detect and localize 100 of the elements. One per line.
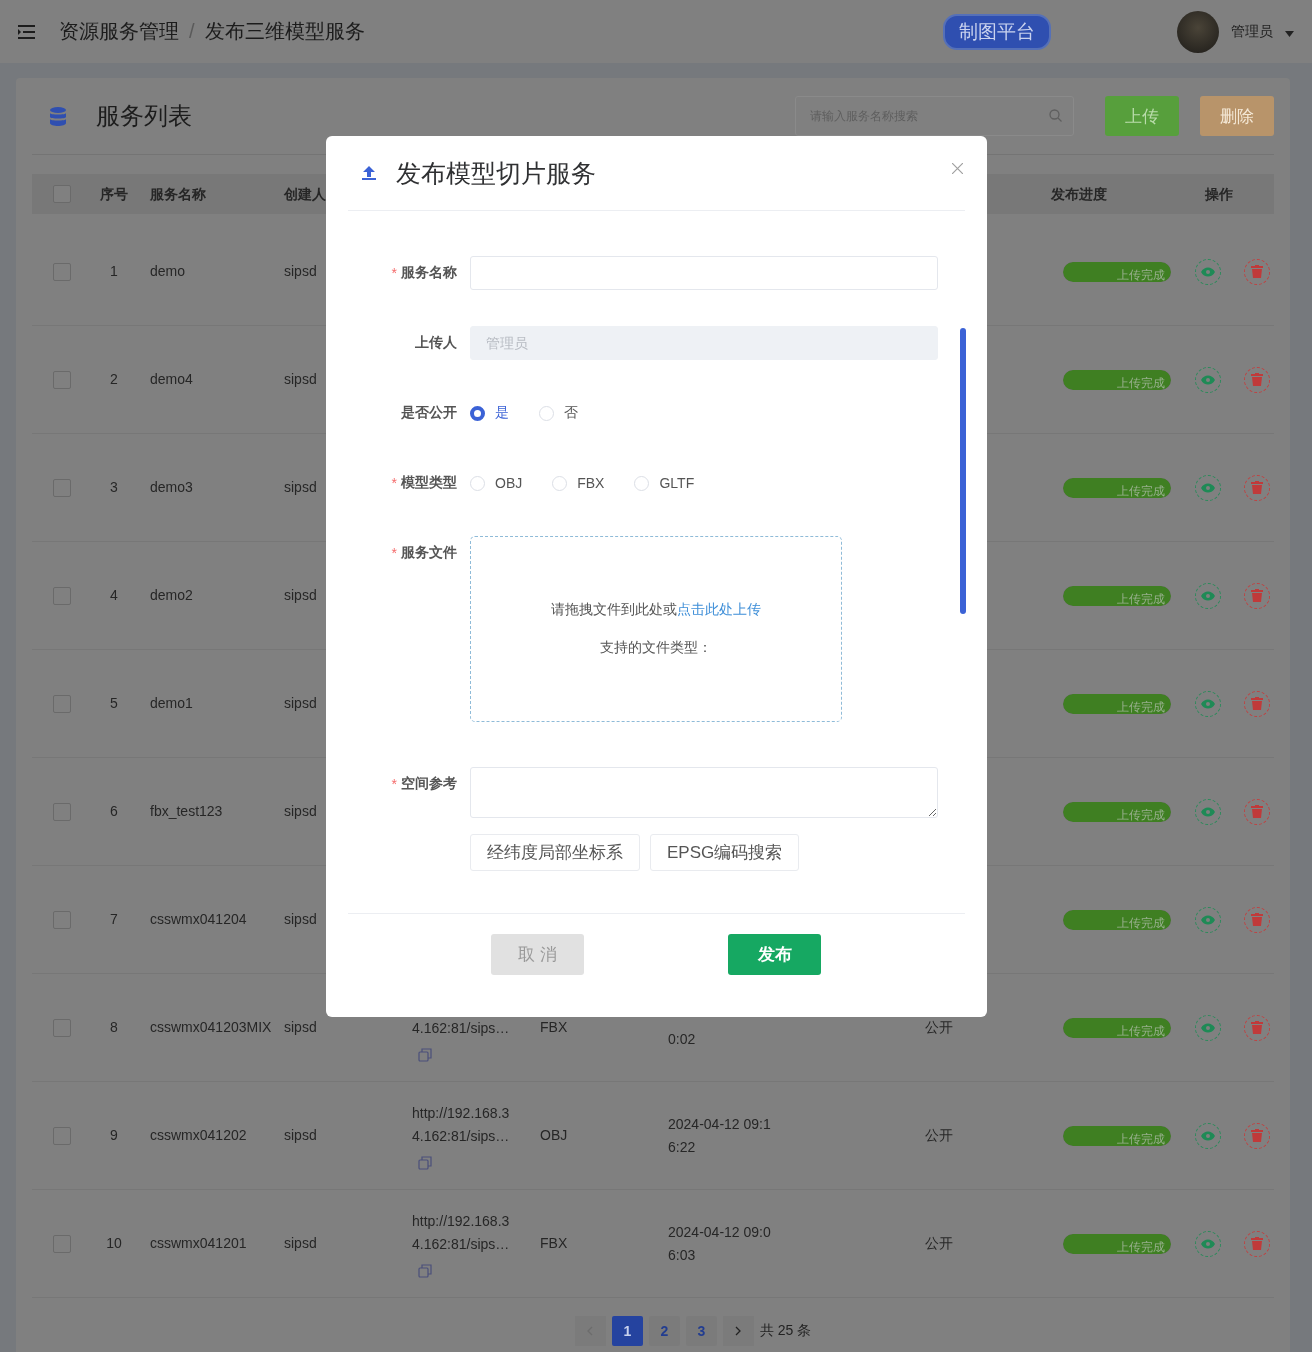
url-text: 4.162:81/sips…: [412, 1234, 510, 1254]
option-button[interactable]: EPSG编码搜索: [650, 834, 800, 871]
table-cell: 公开: [925, 1235, 953, 1251]
table-cell: demo: [150, 263, 186, 279]
time-text: 6:22: [668, 1137, 696, 1157]
publish-button[interactable]: 发布: [728, 934, 821, 975]
radio-option[interactable]: GLTF: [634, 475, 695, 491]
table-cell: sipsd: [284, 587, 317, 603]
progress-bar: 上传完成: [1063, 585, 1171, 606]
table-cell: 8: [110, 1019, 118, 1035]
breadcrumb-item[interactable]: 资源服务管理: [59, 18, 179, 45]
trash-icon: [1251, 1237, 1263, 1250]
file-type-hint: 支持的文件类型：: [600, 639, 712, 657]
table-cell: FBX: [540, 1235, 568, 1251]
table-cell: demo4: [150, 371, 193, 387]
page-button[interactable]: 1: [611, 1316, 643, 1346]
upload-link[interactable]: 点击此处上传: [677, 601, 761, 617]
eye-icon: [1201, 1022, 1215, 1033]
required-mark: *: [391, 776, 397, 792]
progress-bar: 上传完成: [1063, 261, 1171, 282]
table-cell: csswmx041203MIX: [150, 1019, 272, 1035]
table-cell: 公开: [925, 1127, 953, 1143]
menu-icon[interactable]: [18, 24, 35, 39]
eye-icon: [1201, 914, 1215, 925]
trash-icon: [1251, 481, 1263, 494]
progress-bar: 上传完成: [1063, 1017, 1171, 1038]
table-cell: sipsd: [284, 479, 317, 495]
field-label: 模型类型: [401, 474, 457, 492]
table-cell: 4: [110, 587, 118, 603]
url-text: http://192.168.3: [412, 1211, 510, 1231]
trash-icon: [1251, 589, 1263, 602]
trash-icon: [1251, 373, 1263, 386]
dialog-title: 发布模型切片服务: [396, 157, 596, 189]
eye-icon: [1201, 482, 1215, 493]
eye-icon: [1201, 1130, 1215, 1141]
upload-icon: [362, 166, 376, 180]
field-label: 上传人: [415, 334, 457, 352]
search-icon: [1049, 109, 1062, 122]
text-field[interactable]: [470, 256, 938, 290]
radio-option[interactable]: FBX: [552, 475, 605, 491]
progress-bar: 上传完成: [1063, 369, 1171, 390]
total-count: 共 25 条: [759, 1322, 812, 1340]
eye-icon: [1201, 374, 1215, 385]
field-label: 是否公开: [401, 404, 457, 422]
scrollbar[interactable]: [960, 328, 966, 614]
eye-icon: [1201, 590, 1215, 601]
column-header: 服务名称: [150, 185, 206, 202]
progress-bar: 上传完成: [1063, 477, 1171, 498]
table-cell: demo3: [150, 479, 193, 495]
text-area[interactable]: [470, 767, 938, 818]
copy-icon[interactable]: [418, 1047, 432, 1062]
next-page-button[interactable]: [722, 1316, 754, 1346]
card-title: 服务列表: [96, 101, 192, 131]
column-header: 创建人: [284, 185, 326, 202]
user-name[interactable]: 管理员: [1231, 22, 1273, 41]
table-cell: OBJ: [540, 1127, 568, 1143]
trash-icon: [1251, 1021, 1263, 1034]
progress-bar: 上传完成: [1063, 909, 1171, 930]
trash-icon: [1251, 805, 1263, 818]
eye-icon: [1201, 806, 1215, 817]
required-mark: *: [391, 545, 397, 561]
progress-bar: 上传完成: [1063, 1233, 1171, 1254]
time-text: 2024-04-12 09:0: [668, 1222, 771, 1242]
avatar: [1177, 10, 1219, 53]
required-mark: *: [391, 475, 397, 491]
time-text: 2024-04-12 09:1: [668, 1114, 771, 1134]
url-text: 4.162:81/sips…: [412, 1126, 510, 1146]
trash-icon: [1251, 265, 1263, 278]
upload-prompt: 请拖拽文件到此处或点击此处上传: [551, 601, 761, 619]
copy-icon[interactable]: [418, 1263, 432, 1278]
breadcrumb-item[interactable]: 发布三维模型服务: [204, 18, 365, 45]
progress-bar: 上传完成: [1063, 801, 1171, 822]
table-cell: 10: [106, 1235, 122, 1251]
url-text: http://192.168.3: [412, 1103, 510, 1123]
breadcrumb-separator: /: [189, 20, 195, 43]
radio-option[interactable]: 否: [539, 404, 578, 422]
caret-icon[interactable]: [1285, 30, 1294, 37]
database-icon: [50, 106, 66, 126]
platform-button[interactable]: 制图平台: [943, 13, 1051, 50]
eye-icon: [1201, 1238, 1215, 1249]
table-cell: 2: [110, 371, 118, 387]
upload-dropzone[interactable]: 请拖拽文件到此处或点击此处上传 支持的文件类型：: [470, 536, 842, 722]
table-cell: sipsd: [284, 1019, 317, 1035]
table-cell: 9: [110, 1127, 118, 1143]
radio-option[interactable]: OBJ: [470, 475, 523, 491]
time-text: 6:03: [668, 1245, 696, 1265]
time-text: 0:02: [668, 1029, 696, 1049]
table-cell: sipsd: [284, 1235, 317, 1251]
trash-icon: [1251, 913, 1263, 926]
radio-option[interactable]: 是: [470, 404, 509, 422]
table-cell: sipsd: [284, 911, 317, 927]
table-cell: fbx_test123: [150, 803, 223, 819]
column-header: 发布进度: [1051, 185, 1107, 202]
table-cell: sipsd: [284, 263, 317, 279]
option-button[interactable]: 经纬度局部坐标系: [470, 834, 640, 871]
table-cell: demo1: [150, 695, 193, 711]
column-header: 操作: [1205, 185, 1233, 202]
copy-icon[interactable]: [418, 1155, 432, 1170]
table-cell: FBX: [540, 1019, 568, 1035]
table-cell: sipsd: [284, 1127, 317, 1143]
